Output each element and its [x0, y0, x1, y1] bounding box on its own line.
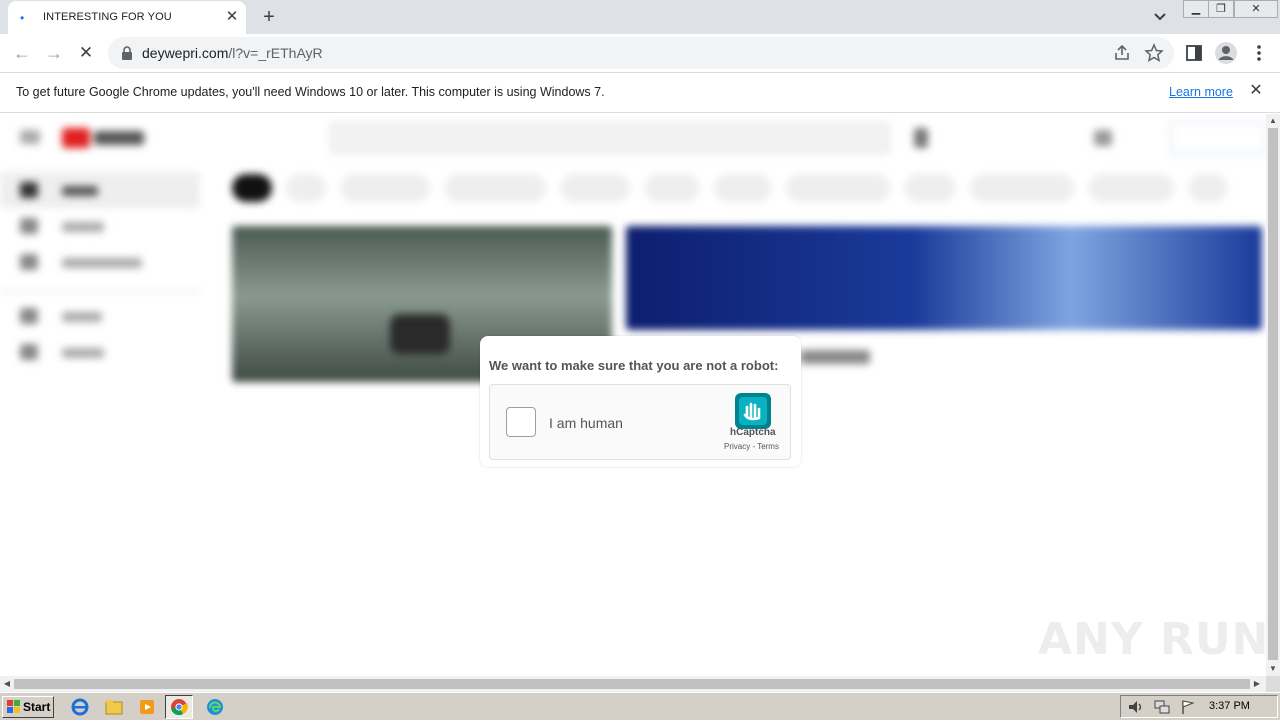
- subscriptions-text-shape: [62, 258, 142, 268]
- chrome-favicon-icon: •: [20, 11, 25, 25]
- signin-shape: [1170, 122, 1266, 154]
- horizontal-scroll-thumb[interactable]: [14, 679, 1250, 689]
- chip-shape: [560, 174, 630, 202]
- system-tray: 3:37 PM: [1120, 695, 1278, 718]
- back-icon[interactable]: ←: [11, 42, 33, 64]
- vertical-scroll-thumb[interactable]: [1268, 128, 1278, 660]
- horizontal-scrollbar[interactable]: ◀ ▶: [0, 676, 1266, 692]
- sidebar-divider: [0, 290, 200, 292]
- update-infobar: To get future Google Chrome updates, you…: [0, 72, 1280, 113]
- taskbar-clock[interactable]: 3:37 PM: [1209, 700, 1250, 712]
- windows-taskbar: Start 3:37 PM: [0, 692, 1280, 720]
- captcha-prompt: We want to make sure that you are not a …: [489, 358, 779, 373]
- stop-icon[interactable]: ✕: [75, 42, 97, 64]
- scroll-up-icon[interactable]: ▲: [1266, 114, 1280, 128]
- active-tab[interactable]: • INTERESTING FOR YOU ✕: [8, 1, 246, 34]
- chip-shape: [644, 174, 700, 202]
- chip-shape: [286, 174, 326, 202]
- anyrun-watermark: ANY RUN: [1038, 614, 1270, 665]
- learn-more-link[interactable]: Learn more: [1169, 85, 1233, 99]
- browser-toolbar: ← → ✕ deywepri.com/l?v=_rEThAyR: [0, 34, 1280, 72]
- human-checkbox[interactable]: [506, 407, 536, 437]
- chip-shape: [904, 174, 956, 202]
- star-icon[interactable]: [1144, 43, 1164, 63]
- lock-icon[interactable]: [120, 45, 134, 61]
- network-icon[interactable]: [1153, 699, 1171, 715]
- logo-text-shape: [94, 131, 144, 145]
- side-panel-icon[interactable]: [1184, 43, 1204, 63]
- chip-shape: [1188, 174, 1228, 202]
- flag-icon[interactable]: [1179, 699, 1197, 715]
- windows-logo-icon: [7, 700, 20, 713]
- apps-shape: [1094, 130, 1112, 146]
- menu-icon[interactable]: [1249, 43, 1269, 63]
- hamburger-shape: [20, 130, 40, 144]
- edge-icon[interactable]: [201, 695, 229, 719]
- scrollbar-corner: [1266, 676, 1280, 692]
- captcha-dialog: We want to make sure that you are not a …: [480, 336, 801, 467]
- chip-all-shape: [232, 174, 272, 202]
- play-shape: [390, 314, 450, 354]
- window-close-button[interactable]: ✕: [1234, 0, 1278, 18]
- media-player-icon[interactable]: [133, 695, 161, 719]
- profile-icon[interactable]: [1214, 41, 1238, 65]
- hcaptcha-brand: hCaptcha: [730, 427, 776, 438]
- chrome-taskbar-button[interactable]: [165, 695, 193, 719]
- infobar-message: To get future Google Chrome updates, you…: [16, 85, 605, 99]
- vertical-scrollbar[interactable]: ▲ ▼: [1266, 114, 1280, 676]
- start-label: Start: [23, 700, 51, 714]
- tab-title: INTERESTING FOR YOU: [43, 11, 172, 23]
- close-icon[interactable]: ✕: [1247, 82, 1265, 100]
- start-button[interactable]: Start: [2, 696, 54, 718]
- chip-shape: [970, 174, 1074, 202]
- scroll-left-icon[interactable]: ◀: [0, 676, 14, 692]
- home-text-shape: [62, 186, 98, 196]
- address-bar[interactable]: deywepri.com/l?v=_rEThAyR: [108, 37, 1174, 69]
- chip-shape: [786, 174, 890, 202]
- volume-icon[interactable]: [1127, 699, 1145, 715]
- chevron-down-icon[interactable]: [1150, 8, 1170, 26]
- close-icon[interactable]: ✕: [223, 8, 241, 26]
- library-text-shape: [62, 312, 102, 322]
- privacy-terms-links[interactable]: Privacy - Terms: [724, 442, 779, 451]
- banner-ad-shape: [626, 226, 1262, 330]
- mic-shape: [914, 128, 928, 148]
- banner-caption-shape: [800, 350, 870, 364]
- home-icon-shape: [20, 182, 38, 198]
- chip-shape: [340, 174, 430, 202]
- logo-shape: [62, 128, 90, 148]
- minimize-button[interactable]: ▁: [1183, 0, 1209, 18]
- chrome-icon: [171, 699, 188, 716]
- history-icon-shape: [20, 344, 38, 360]
- tab-strip: • INTERESTING FOR YOU ✕ + ▁ ❐ ✕: [0, 0, 1280, 34]
- url-text: deywepri.com/l?v=_rEThAyR: [142, 45, 323, 61]
- chip-shape: [444, 174, 546, 202]
- explorer-icon[interactable]: [100, 695, 128, 719]
- explore-text-shape: [62, 222, 104, 232]
- chip-shape: [714, 174, 772, 202]
- scroll-right-icon[interactable]: ▶: [1250, 676, 1264, 692]
- explore-icon-shape: [20, 218, 38, 234]
- library-icon-shape: [20, 308, 38, 324]
- checkbox-label: I am human: [549, 415, 623, 431]
- forward-icon[interactable]: →: [43, 42, 65, 64]
- restore-button[interactable]: ❐: [1208, 0, 1234, 18]
- hcaptcha-logo-icon: [735, 393, 771, 429]
- share-icon[interactable]: [1112, 43, 1132, 63]
- plus-icon[interactable]: +: [258, 6, 280, 28]
- history-text-shape: [62, 348, 104, 358]
- hcaptcha-widget: I am human hCaptcha Privacy - Terms: [489, 384, 791, 460]
- subscriptions-icon-shape: [20, 254, 38, 270]
- search-shape: [330, 122, 890, 154]
- ie-icon[interactable]: [66, 695, 94, 719]
- chip-shape: [1088, 174, 1174, 202]
